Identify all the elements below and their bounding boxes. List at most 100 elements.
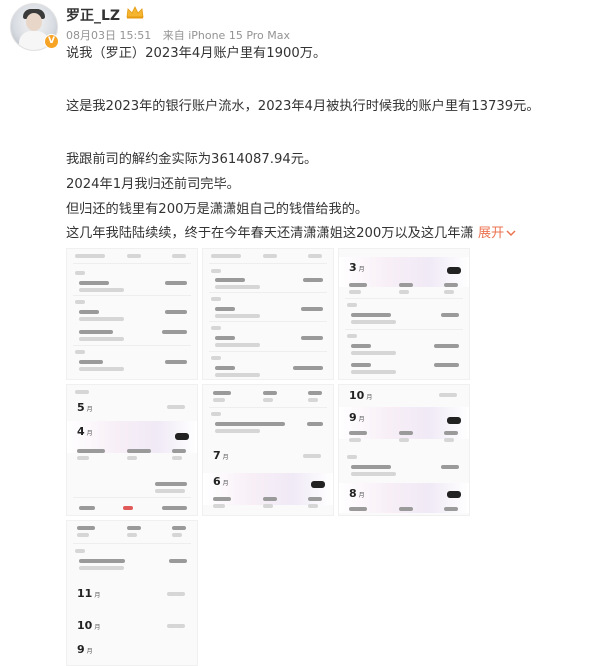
- month-label: 9月: [349, 411, 365, 424]
- month-label: 10 月: [349, 389, 373, 402]
- text-line: [444, 290, 454, 294]
- text-line: [347, 303, 357, 307]
- post-paragraph: 这是我2023年的银行账户流水，2023年4月被执行时候我的账户里有13739元…: [66, 99, 540, 114]
- month-label: 11 月: [77, 587, 101, 600]
- text-line: [439, 393, 457, 397]
- text-line: [211, 269, 221, 273]
- text-line: [399, 438, 409, 442]
- month-toggle: [175, 433, 189, 440]
- text-line: [444, 438, 454, 442]
- statement-image-4[interactable]: 5月 4月: [66, 384, 198, 516]
- text-line: [211, 412, 221, 416]
- text-line: [79, 281, 109, 285]
- divider: [209, 351, 327, 352]
- month-toggle: [447, 417, 461, 424]
- text-line: [75, 271, 85, 275]
- divider: [209, 407, 327, 408]
- text-line: [79, 506, 95, 510]
- statement-image-3[interactable]: 3月: [338, 248, 470, 380]
- text-line: [351, 472, 396, 476]
- text-line: [434, 344, 459, 348]
- text-line: [441, 465, 459, 469]
- text-line: [444, 507, 458, 511]
- avatar-face: [26, 13, 42, 31]
- text-line: [211, 254, 241, 258]
- statement-screenshot: [67, 249, 197, 379]
- text-line: [75, 350, 85, 354]
- text-line: [263, 497, 277, 501]
- divider: [73, 295, 191, 296]
- text-line: [349, 438, 361, 442]
- text-line: [434, 363, 459, 367]
- text-line: [215, 422, 285, 426]
- text-line: [301, 336, 323, 340]
- month-label: 5月: [77, 401, 93, 414]
- text-line: [215, 429, 260, 433]
- statement-image-6[interactable]: 10 月 9月 8月: [338, 384, 470, 516]
- text-line: [77, 449, 105, 453]
- text-line: [399, 431, 413, 435]
- text-line: [127, 449, 151, 453]
- text-line: [77, 456, 89, 460]
- text-line: [79, 317, 124, 321]
- expand-link[interactable]: 展开: [478, 226, 516, 241]
- text-line: [263, 398, 273, 402]
- post-paragraph: 但归还的钱里有200万是潇潇姐自己的钱借给我的。: [66, 202, 369, 217]
- text-line: [213, 398, 225, 402]
- text-line: [351, 344, 371, 348]
- text-line: [75, 549, 85, 553]
- text-line: [215, 366, 235, 370]
- statement-screenshot: 5月 4月: [67, 385, 197, 515]
- divider: [209, 321, 327, 322]
- divider: [73, 345, 191, 346]
- text-line: [169, 559, 187, 563]
- text-line: [213, 504, 225, 508]
- text-line: [303, 278, 323, 282]
- text-line: [307, 422, 323, 426]
- text-line: [308, 504, 318, 508]
- text-line: [308, 398, 318, 402]
- text-line: [351, 313, 391, 317]
- text-line: [215, 343, 260, 347]
- text-line: [349, 507, 367, 511]
- post-paragraph: 我跟前司的解约金实际为3614087.94元。: [66, 152, 318, 167]
- divider: [73, 543, 191, 544]
- verified-badge-icon: V: [44, 34, 59, 49]
- text-line: [399, 290, 409, 294]
- text-line: [162, 506, 187, 510]
- month-label: 3月: [349, 261, 365, 274]
- text-line: [215, 285, 260, 289]
- post-date[interactable]: 08月03日 15:51: [66, 29, 151, 42]
- text-line: [215, 314, 260, 318]
- text-line: [308, 391, 322, 395]
- month-label: 9月: [77, 643, 93, 656]
- username[interactable]: 罗正_LZ: [66, 5, 120, 25]
- text-line: [215, 373, 260, 377]
- month-label: 10 月: [77, 619, 101, 632]
- text-line: [441, 313, 459, 317]
- post-paragraph: 这几年我陆陆续续，终于在今年春天还清潇潇姐这200万以及这几年潇: [66, 226, 474, 241]
- text-line: [79, 566, 124, 570]
- text-line: [172, 254, 186, 258]
- text-line: [165, 360, 187, 364]
- divider: [345, 298, 463, 299]
- text-line: [347, 334, 357, 338]
- statement-image-7[interactable]: 11 月 10 月 9月: [66, 520, 198, 666]
- text-line: [127, 526, 141, 530]
- text-line: [79, 367, 124, 371]
- text-line: [75, 300, 85, 304]
- text-line: [167, 592, 185, 596]
- statement-image-5[interactable]: 7月 6月: [202, 384, 334, 516]
- text-line: [213, 497, 231, 501]
- text-line: [263, 254, 277, 258]
- text-line: [215, 336, 235, 340]
- text-line: [79, 288, 124, 292]
- text-line: [349, 283, 367, 287]
- month-toggle: [447, 267, 461, 274]
- text-line: [215, 278, 245, 282]
- statement-image-2[interactable]: [202, 248, 334, 380]
- statement-screenshot: 7月 6月: [203, 385, 333, 515]
- text-line: [399, 283, 413, 287]
- statement-image-1[interactable]: [66, 248, 198, 380]
- statement-screenshot: 10 月 9月 8月: [339, 385, 469, 515]
